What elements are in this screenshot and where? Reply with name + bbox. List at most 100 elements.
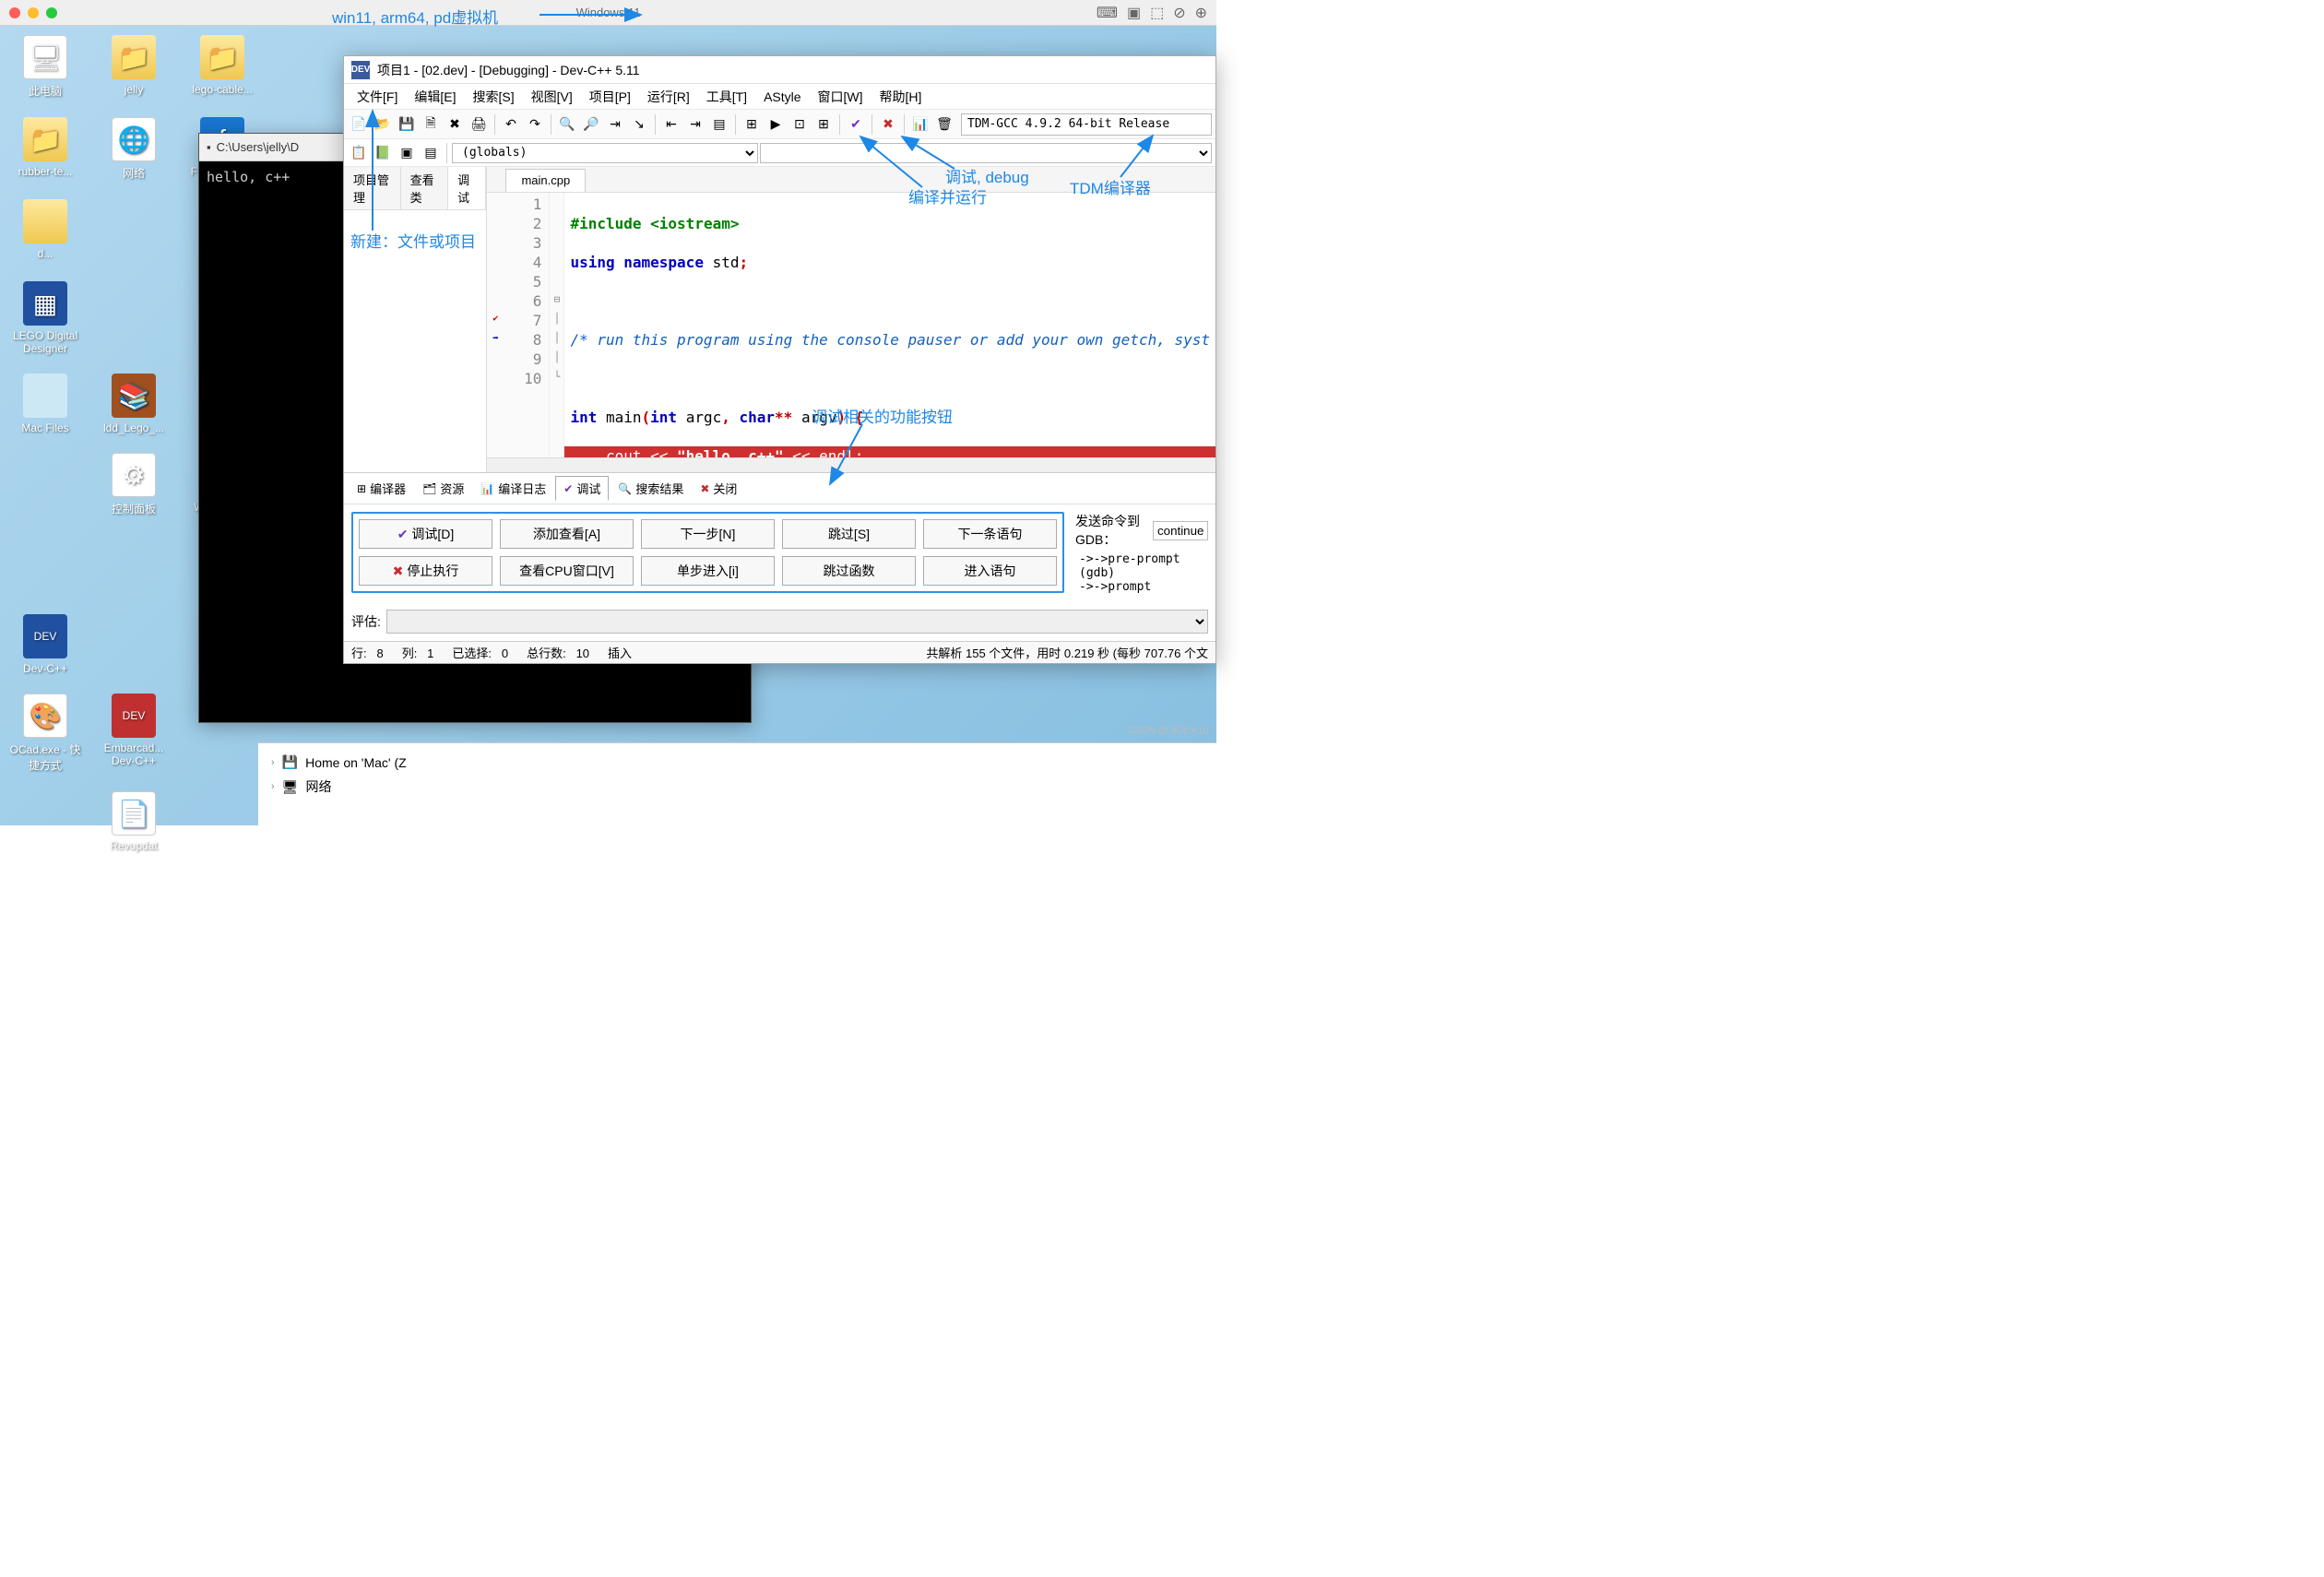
desktop-icon-winrar[interactable]: 📚ldd_Lego_...: [93, 374, 174, 434]
breakpoint-icon[interactable]: ✔: [487, 309, 504, 328]
open-button[interactable]: 📂: [372, 113, 394, 136]
menu-run[interactable]: 运行[R]: [640, 85, 697, 109]
desktop-icon-pc[interactable]: 🖥此电脑: [5, 35, 86, 99]
tab-classes[interactable]: 查看类: [401, 167, 448, 209]
btn-stepinto[interactable]: 单步进入[i]: [641, 556, 775, 586]
profile-button[interactable]: 📊: [909, 113, 931, 136]
forward-button[interactable]: ⇥: [684, 113, 706, 136]
rebuild-button[interactable]: ⊞: [812, 113, 835, 136]
menu-astyle[interactable]: AStyle: [756, 87, 808, 107]
close-icon: ✖: [700, 482, 709, 495]
tab-project[interactable]: 项目管理: [344, 167, 401, 209]
editor-tab-main[interactable]: main.cpp: [505, 169, 586, 192]
desktop-folder[interactable]: 📁jelly: [93, 35, 174, 99]
newproj-button[interactable]: 📋: [348, 142, 370, 164]
menu-edit[interactable]: 编辑[E]: [407, 85, 463, 109]
globals-selector[interactable]: (globals): [452, 143, 758, 163]
btn-addwatch[interactable]: 添加查看[A]: [500, 519, 634, 549]
explorer-item-network[interactable]: › 🖥 网络: [271, 774, 1204, 800]
btab-close[interactable]: ✖关闭: [693, 476, 744, 501]
eval-input[interactable]: [386, 610, 1208, 634]
goto-button2[interactable]: ▤: [420, 142, 442, 164]
compiler-selector[interactable]: TDM-GCC 4.9.2 64-bit Release: [961, 113, 1212, 136]
code-content[interactable]: #include <iostream> using namespace std;…: [564, 193, 1215, 457]
maximize-icon[interactable]: [46, 7, 57, 18]
btn-nextstmt[interactable]: 下一条语句: [923, 519, 1057, 549]
new-file-button[interactable]: 📄: [348, 113, 370, 136]
cpu-icon[interactable]: ▣: [1127, 4, 1141, 22]
breakpoint-gutter[interactable]: ✔ ➡: [487, 193, 504, 457]
desktop-icon-ocad[interactable]: 🎨OCad.exe - 快捷方式: [5, 694, 86, 773]
stop-button[interactable]: ✖: [877, 113, 899, 136]
find-button[interactable]: 🔍: [556, 113, 578, 136]
btab-search[interactable]: 🔍搜索结果: [611, 476, 691, 501]
desktop-icon-network[interactable]: 🌐网络: [93, 117, 174, 181]
network-icon[interactable]: ⊘: [1173, 4, 1185, 22]
print-button[interactable]: 🖨: [468, 113, 490, 136]
fold-gutter[interactable]: ⊟│││└: [550, 193, 564, 457]
menu-help[interactable]: 帮助[H]: [872, 85, 930, 109]
btn-skipfunc[interactable]: 跳过函数: [782, 556, 916, 586]
menu-project[interactable]: 项目[P]: [582, 85, 638, 109]
btn-debug[interactable]: ✔调试[D]: [359, 519, 492, 549]
desktop-folder[interactable]: 📁lego-cable...: [182, 35, 263, 99]
desktop-icon-macfiles[interactable]: Mac Files: [5, 374, 86, 434]
tab-debug[interactable]: 调试: [448, 167, 486, 209]
desktop-folder[interactable]: d...: [5, 199, 86, 263]
menu-view[interactable]: 视图[V]: [524, 85, 580, 109]
statusbar: 行: 8 列: 1 已选择: 0 总行数: 10 插入 共解析 155 个文件，…: [344, 641, 1215, 663]
save-button[interactable]: 💾: [396, 113, 418, 136]
close-icon[interactable]: [9, 7, 20, 18]
close-button[interactable]: ✖: [444, 113, 466, 136]
undo-button[interactable]: ↶: [500, 113, 522, 136]
desktop-icon-control[interactable]: ⚙控制面板: [93, 453, 174, 516]
run-button[interactable]: ▶: [765, 113, 787, 136]
desktop-icon-ldd[interactable]: ▦LEGO Digital Designer: [5, 281, 86, 355]
btn-stepover[interactable]: 下一步[N]: [641, 519, 775, 549]
compile-button[interactable]: ⊞: [741, 113, 763, 136]
compile-run-button[interactable]: ⊡: [788, 113, 811, 136]
usb-icon[interactable]: ⬚: [1150, 4, 1164, 22]
menu-window[interactable]: 窗口[W]: [811, 85, 871, 109]
debug-controls: ✔调试[D] 添加查看[A] 下一步[N] 跳过[S] 下一条语句 ✖停止执行 …: [344, 504, 1215, 606]
btn-stop[interactable]: ✖停止执行: [359, 556, 492, 586]
horizontal-scrollbar[interactable]: [487, 457, 1215, 472]
menu-tools[interactable]: 工具[T]: [699, 85, 754, 109]
code-editor[interactable]: ✔ ➡ 12345678910 ⊟│││└ #include <iostream…: [487, 193, 1215, 457]
replace-button[interactable]: 🔎: [580, 113, 602, 136]
settings-icon[interactable]: ⊕: [1195, 4, 1207, 22]
trash-button[interactable]: 🗑: [933, 113, 955, 136]
console-title-text: C:\Users\jelly\D: [217, 140, 300, 154]
eval-row: 评估:: [344, 606, 1215, 641]
members-selector[interactable]: [760, 143, 1212, 163]
desktop-folder[interactable]: 📁rubber-te...: [5, 117, 86, 181]
goto-button[interactable]: ↘: [628, 113, 650, 136]
menu-file[interactable]: 文件[F]: [350, 85, 405, 109]
btab-debug[interactable]: ✔调试: [555, 476, 609, 501]
workspace: 项目管理 查看类 调试 main.cpp ✔ ➡: [344, 167, 1215, 472]
btab-resources[interactable]: 🗂资源: [415, 476, 471, 501]
btn-skip[interactable]: 跳过[S]: [782, 519, 916, 549]
minimize-icon[interactable]: [28, 7, 39, 18]
bookmark-button[interactable]: ▤: [708, 113, 730, 136]
redo-button[interactable]: ↷: [524, 113, 546, 136]
btn-intostmt[interactable]: 进入语句: [923, 556, 1057, 586]
devcpp-titlebar[interactable]: DEV 项目1 - [02.dev] - [Debugging] - Dev-C…: [344, 56, 1215, 84]
desktop-icon-embarcadero[interactable]: DEVEmbarcad... Dev-C++: [93, 694, 174, 773]
keyboard-icon[interactable]: ⌨: [1097, 4, 1118, 22]
save-all-button[interactable]: 🗎: [420, 113, 442, 136]
desktop-icon-revupdat[interactable]: 📄Revupdat: [93, 791, 174, 852]
findnext-button[interactable]: ⇥: [604, 113, 626, 136]
back-button[interactable]: ⇤: [660, 113, 682, 136]
desktop-icon-devcpp[interactable]: DEVDev-C++: [5, 614, 86, 675]
explorer-item-home[interactable]: › 💾 Home on 'Mac' (Z: [271, 751, 1204, 774]
toggle-button[interactable]: ▣: [396, 142, 418, 164]
btab-compiler[interactable]: ⊞编译器: [350, 476, 413, 501]
gdb-command-input[interactable]: [1153, 521, 1208, 540]
menu-search[interactable]: 搜索[S]: [465, 85, 521, 109]
debug-button[interactable]: ✔: [845, 113, 867, 136]
btn-cpuwin[interactable]: 查看CPU窗口[V]: [500, 556, 634, 586]
secondary-toolbar: 📋 📗 ▣ ▤ (globals): [344, 139, 1215, 167]
btab-log[interactable]: 📊编译日志: [473, 476, 553, 501]
insert-button[interactable]: 📗: [372, 142, 394, 164]
